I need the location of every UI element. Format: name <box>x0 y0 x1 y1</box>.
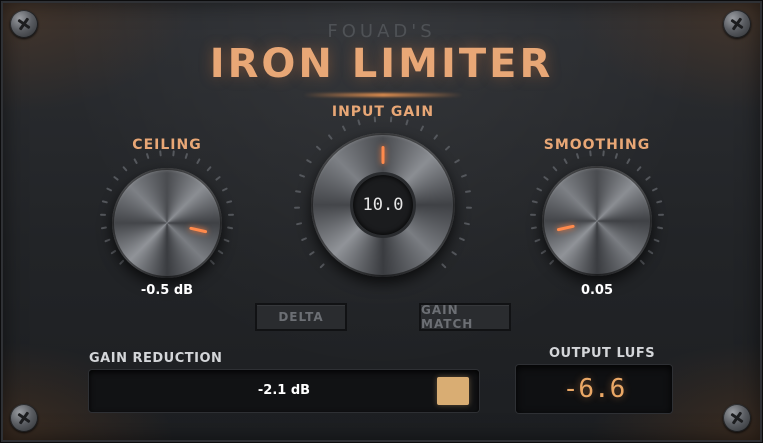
smoothing-knob[interactable] <box>542 166 652 276</box>
knob-tick <box>463 222 470 226</box>
knob-tick <box>656 200 663 204</box>
knob-tick <box>536 187 543 192</box>
input-gain-knob-control[interactable]: 10.0 <box>294 116 472 285</box>
knob-tick <box>441 263 447 269</box>
knob-tick <box>464 190 471 193</box>
knob-tick <box>221 187 228 192</box>
knob-tick <box>531 200 538 204</box>
knob-tick <box>100 226 107 230</box>
gain-reduction-value: -2.1 dB <box>257 383 311 398</box>
knob-tick <box>315 145 321 151</box>
knob-tick <box>184 153 188 159</box>
gain-reduction-meter: -2.1 dB <box>89 370 479 412</box>
ceiling-pointer-icon <box>189 226 208 234</box>
knob-tick <box>552 166 558 172</box>
knob-tick <box>110 250 117 255</box>
ceiling-knob[interactable] <box>112 168 222 278</box>
knob-tick <box>206 166 212 172</box>
knob-tick <box>104 238 111 243</box>
knob-tick <box>657 226 664 230</box>
knob-tick <box>459 237 465 241</box>
input-gain-label: INPUT GAIN <box>331 104 435 120</box>
knob-tick <box>563 158 568 164</box>
brand-label: FOUAD'S <box>327 21 436 42</box>
knob-tick <box>576 153 580 159</box>
knob-tick <box>133 158 138 164</box>
knob-tick <box>433 134 438 140</box>
output-lufs-display: -6.6 <box>516 365 672 413</box>
input-gain-pointer-icon <box>381 146 385 164</box>
knob-tick <box>357 119 361 126</box>
knob-tick <box>543 176 549 181</box>
title-glow-line <box>303 93 463 97</box>
smoothing-knob-control[interactable] <box>527 150 667 277</box>
ceiling-label: CEILING <box>132 137 202 153</box>
knob-tick <box>122 166 128 172</box>
knob-tick <box>309 251 315 256</box>
knob-tick <box>405 119 409 126</box>
smoothing-value: 0.05 <box>580 283 614 298</box>
smoothing-label: SMOOTHING <box>543 137 651 153</box>
knob-tick <box>196 158 201 164</box>
knob-tick <box>454 159 460 164</box>
knob-tick <box>301 237 307 241</box>
knob-tick <box>636 166 642 172</box>
knob-tick <box>530 226 537 230</box>
smoothing-pointer-icon <box>556 224 575 232</box>
knob-tick <box>295 190 302 193</box>
knob-tick <box>209 259 215 265</box>
knob-tick <box>119 259 125 265</box>
knob-tick <box>445 145 451 151</box>
knob-tick <box>306 159 312 164</box>
knob-tick <box>549 259 555 265</box>
knob-tick <box>647 250 654 255</box>
plugin-title: IRON LIMITER <box>209 41 554 87</box>
ceiling-value: -0.5 dB <box>140 283 194 298</box>
screw-bottom-right-icon <box>723 404 751 432</box>
knob-tick <box>113 176 119 181</box>
knob-tick <box>614 153 618 159</box>
knob-tick <box>217 250 224 255</box>
knob-tick <box>328 134 333 140</box>
knob-tick <box>451 251 457 256</box>
screw-bottom-left-icon <box>10 404 38 432</box>
knob-tick <box>626 158 631 164</box>
knob-tick <box>226 200 233 204</box>
knob-tick <box>296 222 303 226</box>
delta-button[interactable]: DELTA <box>255 303 347 331</box>
knob-tick <box>215 176 221 181</box>
knob-tick <box>653 238 660 243</box>
output-lufs-value: -6.6 <box>562 374 626 404</box>
knob-tick <box>106 187 113 192</box>
knob-tick <box>223 238 230 243</box>
output-lufs-label: OUTPUT LUFS <box>549 346 656 361</box>
ceiling-knob-control[interactable] <box>97 150 237 278</box>
gain-match-button[interactable]: GAIN MATCH <box>419 303 511 331</box>
limiter-panel: FOUAD'S IRON LIMITER CEILING -0.5 dB INP… <box>0 0 763 443</box>
knob-tick <box>639 259 645 265</box>
knob-tick <box>101 200 108 204</box>
knob-tick <box>146 153 150 159</box>
knob-tick <box>645 176 651 181</box>
input-gain-display: 10.0 <box>353 175 413 235</box>
gain-reduction-label: GAIN REDUCTION <box>89 351 223 366</box>
knob-tick <box>227 226 234 230</box>
knob-tick <box>299 174 305 178</box>
knob-tick <box>420 125 424 132</box>
knob-tick <box>651 187 658 192</box>
knob-tick <box>319 263 325 269</box>
knob-tick <box>540 250 547 255</box>
knob-tick <box>342 125 346 132</box>
gain-reduction-led-icon <box>437 377 469 405</box>
knob-tick <box>461 174 467 178</box>
knob-tick <box>534 238 541 243</box>
